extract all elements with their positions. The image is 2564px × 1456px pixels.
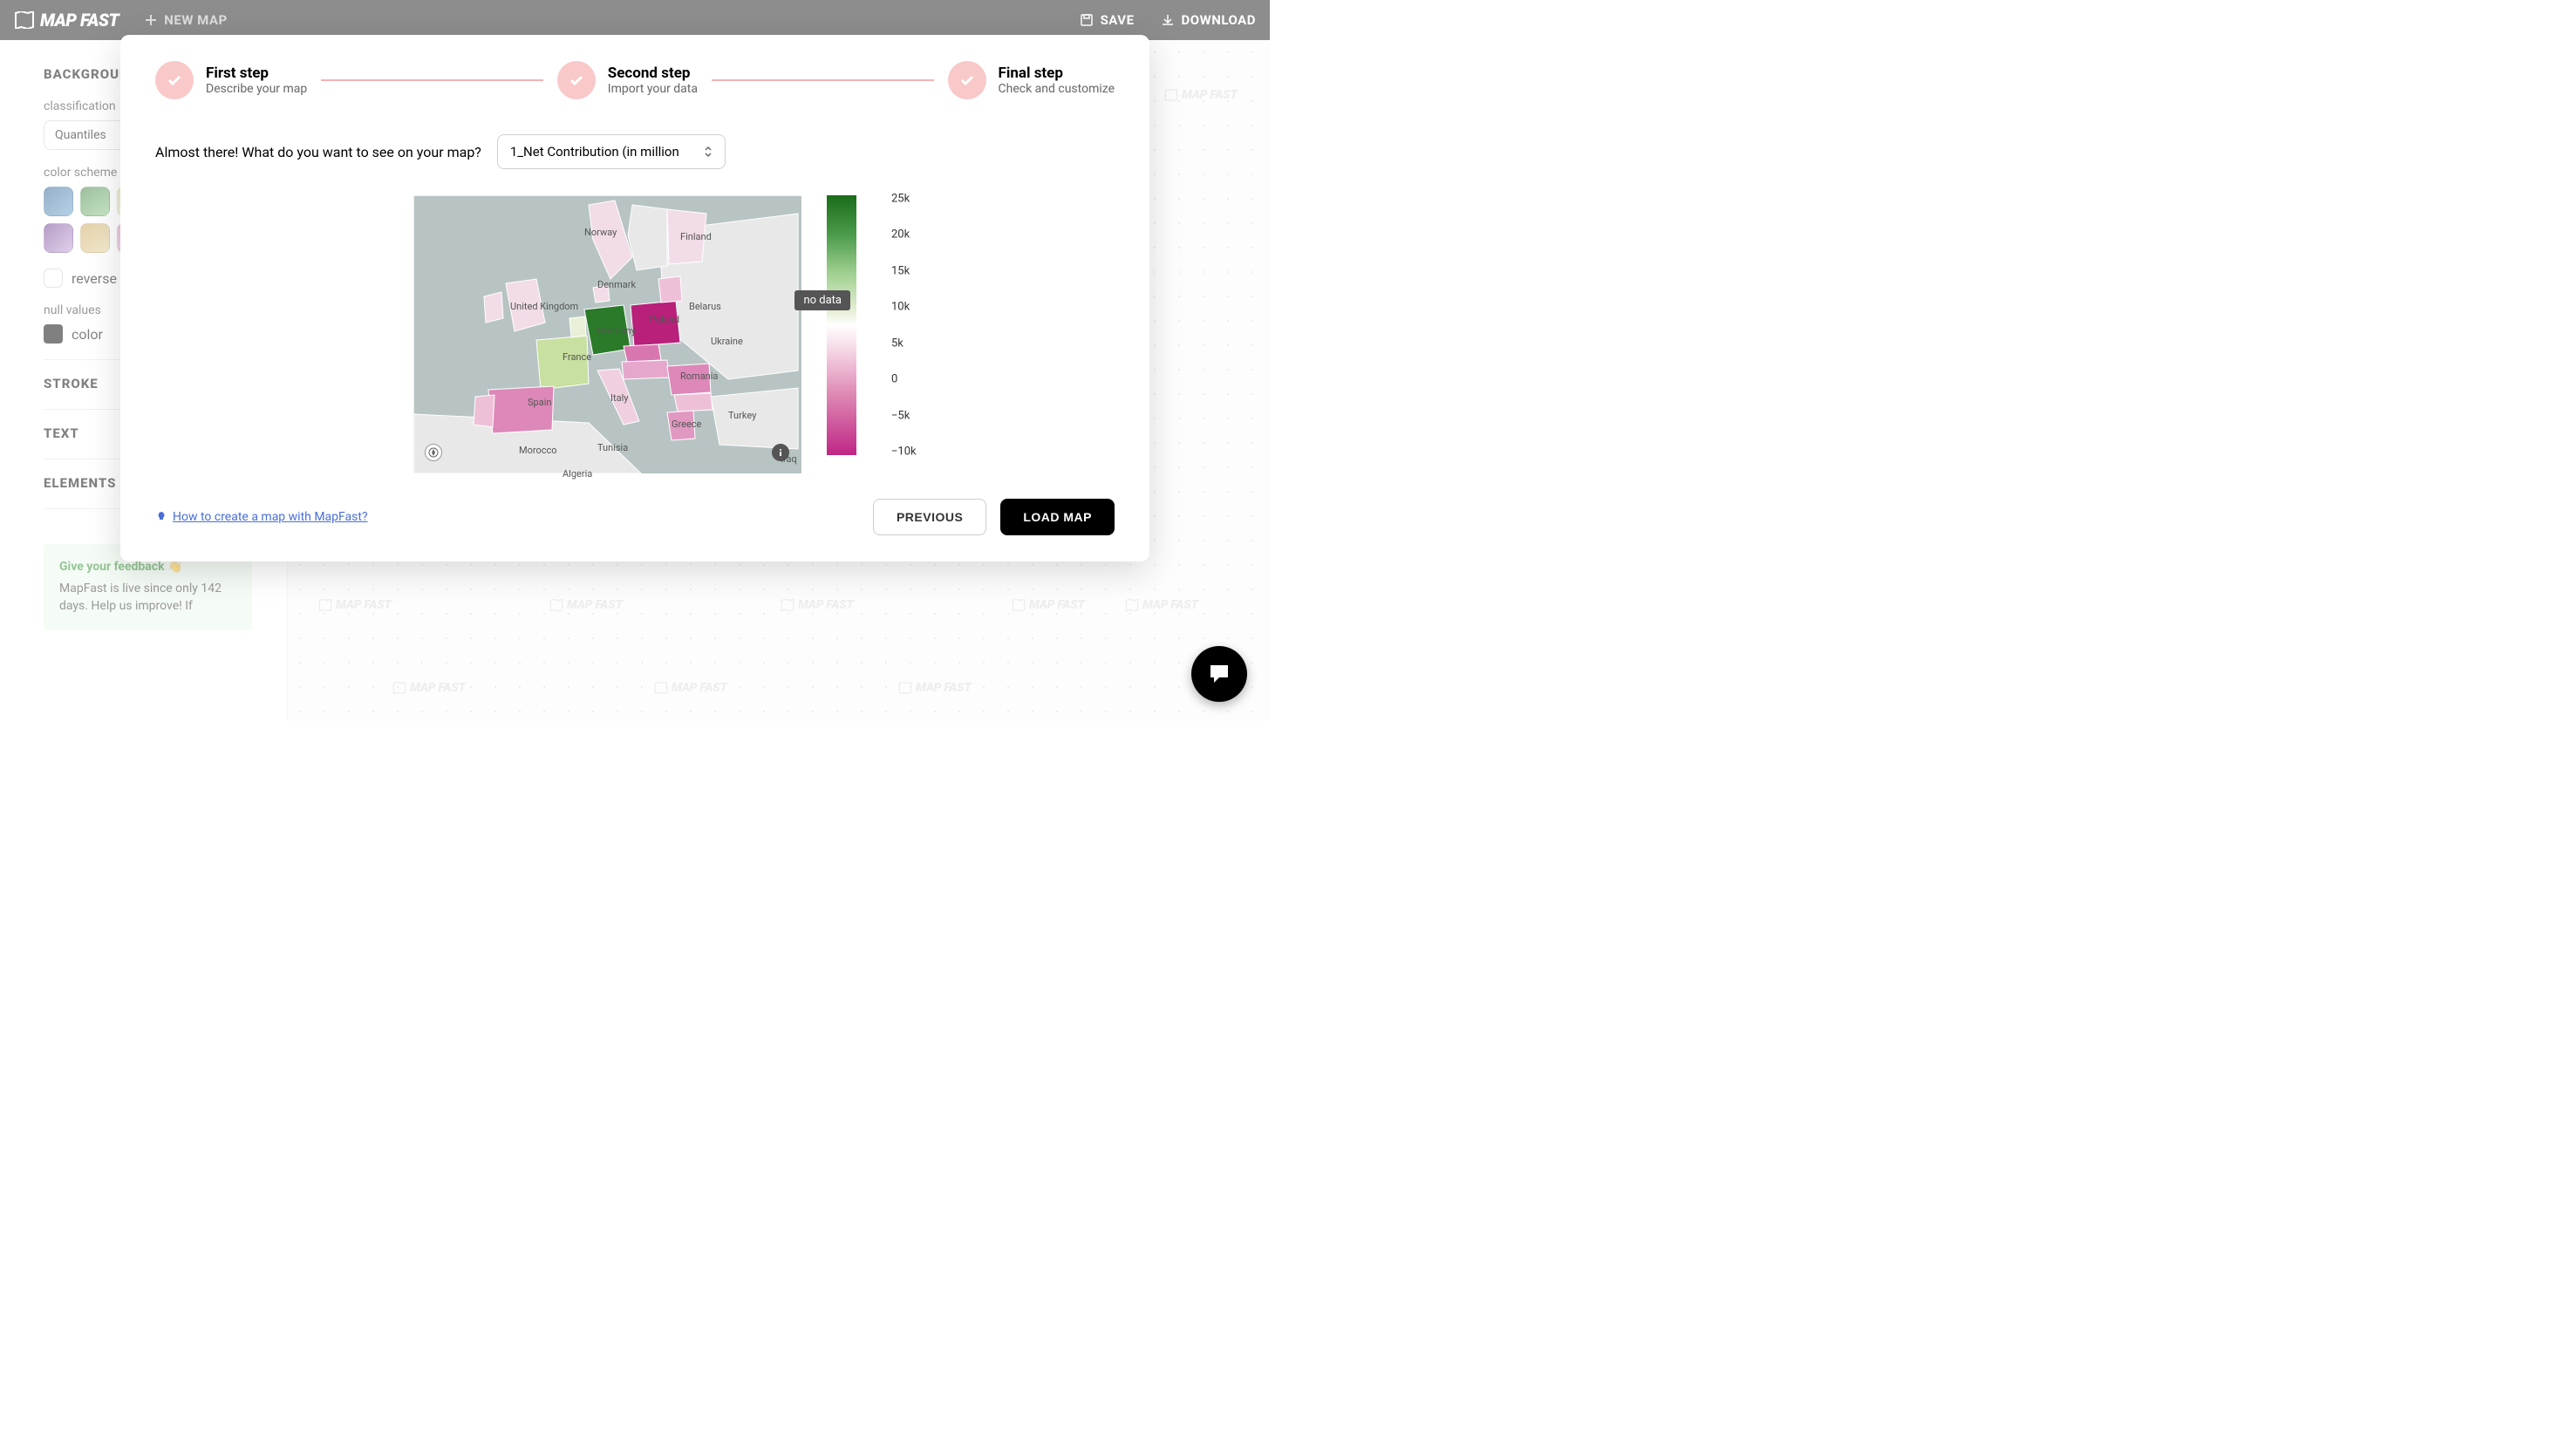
map-info-button[interactable] [772, 444, 789, 461]
map-rotate-button[interactable] [425, 444, 442, 461]
legend-tick: 20k [891, 228, 910, 242]
step-2: Second stepImport your data [557, 61, 698, 99]
previous-button[interactable]: PREVIOUS [873, 499, 986, 535]
legend-tick: −5k [891, 409, 910, 422]
europe-map-svg [414, 196, 801, 473]
select-chevrons-icon [704, 146, 713, 158]
no-data-badge: no data [794, 290, 850, 310]
legend-tick: 10k [891, 301, 910, 314]
legend-tick: 5k [891, 337, 904, 350]
step-check-icon [557, 61, 596, 99]
step-subtitle: Describe your map [206, 82, 307, 96]
help-link-text: How to create a map with MapFast? [173, 510, 368, 524]
legend-tick: −10k [891, 446, 917, 459]
legend-gradient [827, 195, 856, 455]
chat-icon [1207, 662, 1231, 686]
step-subtitle: Check and customize [999, 82, 1115, 96]
load-map-button[interactable]: LOAD MAP [1000, 499, 1115, 535]
step-subtitle: Import your data [608, 82, 698, 96]
step-title: Second step [608, 65, 698, 82]
step-title: First step [206, 65, 307, 82]
stepper: First stepDescribe your map Second stepIm… [155, 61, 1115, 99]
legend-tick: 0 [891, 373, 897, 386]
legend-tick: 25k [891, 193, 910, 206]
step-connector [712, 79, 934, 81]
lightbulb-icon [155, 511, 167, 523]
step-3: Final stepCheck and customize [948, 61, 1115, 99]
map-preview-area: no data NorwayFinlandDenmarkUnited Kingd… [155, 195, 1115, 473]
map-preview: no data NorwayFinlandDenmarkUnited Kingd… [413, 195, 801, 473]
color-legend: 25k20k15k10k5k0−5k−10k [827, 195, 856, 473]
help-link[interactable]: How to create a map with MapFast? [155, 510, 368, 524]
step-connector [321, 79, 543, 81]
modal-overlay: First stepDescribe your map Second stepIm… [0, 0, 1270, 721]
data-select-value: 1_Net Contribution (in million [510, 144, 679, 160]
legend-tick: 15k [891, 264, 910, 277]
info-icon [776, 448, 785, 457]
compass-icon [428, 447, 439, 458]
step-title: Final step [999, 65, 1115, 82]
step-check-icon [948, 61, 986, 99]
step-check-icon [155, 61, 194, 99]
wizard-modal: First stepDescribe your map Second stepIm… [120, 35, 1149, 561]
data-column-select[interactable]: 1_Net Contribution (in million [497, 134, 726, 169]
chat-bubble-button[interactable] [1191, 646, 1247, 702]
modal-prompt: Almost there! What do you want to see on… [155, 144, 481, 160]
step-1: First stepDescribe your map [155, 61, 307, 99]
